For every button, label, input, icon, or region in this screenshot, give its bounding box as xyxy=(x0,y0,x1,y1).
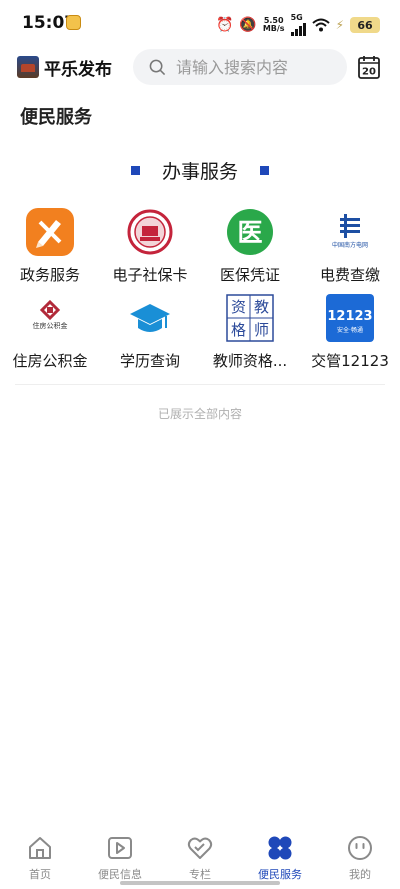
medical-insurance-icon: 医 xyxy=(226,208,274,256)
status-indicators: ⏰ 🔕 5.50 MB/s 5G ⚡ 66 xyxy=(216,14,380,36)
brand-name: 平乐发布 xyxy=(44,60,112,80)
charging-icon: ⚡ xyxy=(335,18,344,32)
service-item-social-card[interactable]: 电子社保卡 xyxy=(100,208,200,294)
service-item-education[interactable]: 学历查询 xyxy=(100,294,200,380)
service-label: 电费查缴 xyxy=(319,266,380,284)
tab-label: 首页 xyxy=(29,868,51,881)
traffic-12123-icon: 12123 安全·畅通 xyxy=(326,294,374,342)
search-bar[interactable] xyxy=(133,49,347,85)
svg-text:资: 资 xyxy=(231,298,246,316)
teacher-qualification-icon: 资 教 格 师 xyxy=(226,294,274,342)
end-of-list-note: 已展示全部内容 xyxy=(157,407,242,421)
service-label: 交管12123 xyxy=(311,352,389,370)
service-item-electricity[interactable]: 中国南方电网 电费查缴 xyxy=(300,208,400,294)
tab-label: 我的 xyxy=(349,868,371,881)
tab-home[interactable]: 首页 xyxy=(0,827,80,889)
service-item-teacher[interactable]: 资 教 格 师 教师资格... xyxy=(200,294,300,380)
service-item-traffic[interactable]: 12123 安全·畅通 交管12123 xyxy=(300,294,400,380)
housing-fund-icon: 住房公积金 xyxy=(26,294,74,342)
tab-label: 专栏 xyxy=(189,868,211,881)
heading-marker-left xyxy=(130,166,140,175)
search-input[interactable] xyxy=(176,57,326,77)
divider xyxy=(15,384,385,385)
svg-text:教: 教 xyxy=(254,298,269,316)
status-bar: 15:07 ⏰ 🔕 5.50 MB/s 5G ⚡ 66 xyxy=(0,0,400,46)
smile-icon xyxy=(348,836,372,860)
tab-column[interactable]: 专栏 xyxy=(160,827,240,889)
service-heading-text: 办事服务 xyxy=(161,161,238,183)
alarm-icon: ⏰ xyxy=(215,17,234,33)
service-label: 教师资格... xyxy=(212,352,288,370)
tab-label: 便民服务 xyxy=(258,868,302,881)
signal-icon: 5G xyxy=(290,14,306,36)
service-label: 医保凭证 xyxy=(219,266,280,284)
wifi-icon xyxy=(311,18,330,32)
tab-mine[interactable]: 我的 xyxy=(320,827,400,889)
svg-text:师: 师 xyxy=(254,321,269,339)
search-icon xyxy=(149,59,166,75)
heading-marker-right xyxy=(260,166,269,175)
service-label: 学历查询 xyxy=(119,352,180,370)
app-header: 平乐发布 20 xyxy=(0,46,400,90)
heart-icon xyxy=(187,837,213,859)
tab-info[interactable]: 便民信息 xyxy=(80,827,160,889)
svg-text:12123: 12123 xyxy=(327,309,372,324)
svg-text:住房公积金: 住房公积金 xyxy=(33,321,68,330)
svg-text:中国南方电网: 中国南方电网 xyxy=(332,241,368,249)
brand-logo-icon[interactable] xyxy=(17,56,39,78)
calendar-day: 20 xyxy=(362,67,376,78)
notification-app-icon xyxy=(66,15,81,30)
pen-ruler-icon xyxy=(26,208,74,256)
svg-text:安全·畅通: 安全·畅通 xyxy=(337,326,363,334)
page-title: 便民服务 xyxy=(20,107,92,128)
play-icon xyxy=(108,837,132,859)
bottom-tab-bar: 首页 便民信息 专栏 便民服务 我的 xyxy=(0,827,400,889)
service-item-housing-fund[interactable]: 住房公积金 住房公积金 xyxy=(0,294,100,380)
home-icon xyxy=(29,837,51,859)
mute-icon: 🔕 xyxy=(239,17,257,33)
graduation-cap-icon xyxy=(126,294,174,342)
service-item-medical[interactable]: 医 医保凭证 xyxy=(200,208,300,294)
battery-icon: 66 xyxy=(350,17,380,33)
china-southern-grid-icon: 中国南方电网 xyxy=(326,208,374,256)
calendar-icon[interactable]: 20 xyxy=(358,55,380,79)
svg-text:格: 格 xyxy=(231,321,246,339)
social-security-seal-icon xyxy=(126,208,174,256)
tab-label: 便民信息 xyxy=(98,868,142,881)
home-indicator[interactable] xyxy=(120,881,280,885)
network-speed: 5.50 MB/s xyxy=(262,16,285,33)
tab-services[interactable]: 便民服务 xyxy=(240,827,320,889)
service-heading: 办事服务 xyxy=(0,157,400,184)
service-label: 住房公积金 xyxy=(12,352,88,370)
clover-icon xyxy=(268,836,292,860)
svg-text:医: 医 xyxy=(237,218,262,247)
service-item-gov[interactable]: 政务服务 xyxy=(0,208,100,294)
service-grid: 政务服务 电子社保卡 医 医保凭证 中国南方电网 电费查缴 住房公积金 住房公积… xyxy=(0,208,400,380)
service-label: 政务服务 xyxy=(19,266,80,284)
service-label: 电子社保卡 xyxy=(112,266,188,284)
